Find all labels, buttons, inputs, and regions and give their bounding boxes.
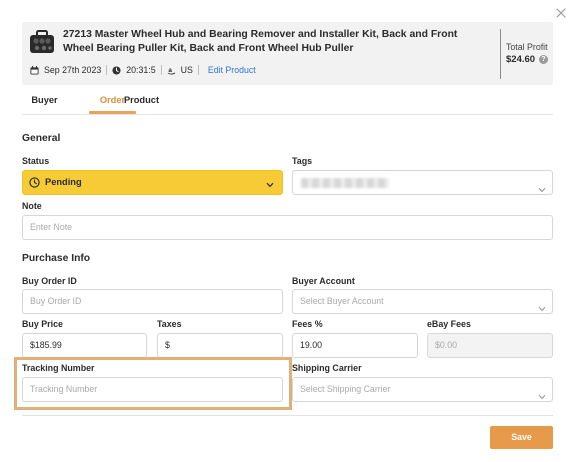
ebay-fees-value: $0.00 — [435, 340, 458, 350]
note-placeholder: Enter Note — [30, 222, 73, 232]
tab-buyer[interactable]: Buyer — [22, 92, 67, 114]
shipping-carrier-label: Shipping Carrier — [292, 363, 362, 373]
save-button[interactable]: Save — [490, 426, 553, 449]
svg-text:a: a — [168, 66, 172, 73]
buyer-account-select[interactable]: Select Buyer Account — [292, 289, 553, 314]
tags-select[interactable] — [292, 170, 553, 195]
clock-icon — [112, 65, 121, 75]
section-title-purchase-info: Purchase Info — [22, 253, 91, 264]
edit-product-link[interactable]: Edit Product — [208, 65, 256, 75]
taxes-value: $ — [165, 340, 170, 350]
order-time: 20:31:5 — [126, 65, 156, 75]
footer-divider — [22, 415, 553, 416]
total-profit-label: Total Profit — [506, 42, 548, 52]
note-input[interactable]: Enter Note — [22, 215, 553, 240]
buy-price-input[interactable]: $185.99 — [22, 333, 147, 358]
tracking-number-label: Tracking Number — [22, 363, 95, 373]
fees-input[interactable]: 19.00 — [292, 333, 418, 358]
section-title-general: General — [22, 133, 61, 144]
close-icon[interactable] — [554, 6, 568, 20]
buy-price-value: $185.99 — [30, 340, 62, 350]
tabs-divider — [22, 114, 553, 115]
buy-order-id-label: Buy Order ID — [22, 276, 77, 286]
amazon-icon: a — [167, 66, 176, 75]
status-value: Pending — [45, 177, 82, 187]
chevron-down-icon — [538, 179, 546, 193]
product-title: 27213 Master Wheel Hub and Bearing Remov… — [63, 29, 458, 55]
status-label: Status — [22, 156, 50, 166]
tracking-number-placeholder: Tracking Number — [30, 384, 98, 394]
total-profit-value: $24.60 — [506, 54, 536, 65]
status-select[interactable]: Pending — [22, 170, 283, 195]
chevron-down-icon — [266, 180, 274, 188]
buyer-account-label: Buyer Account — [292, 276, 355, 286]
fees-value: 19.00 — [300, 340, 323, 350]
buy-price-label: Buy Price — [22, 319, 63, 329]
chevron-down-icon — [538, 386, 546, 400]
region-code: US — [180, 65, 193, 75]
product-header-card: 27213 Master Wheel Hub and Bearing Remov… — [22, 22, 553, 85]
ebay-fees-label: eBay Fees — [427, 319, 471, 329]
profit-divider — [500, 29, 501, 79]
buy-order-id-input[interactable]: Buy Order ID — [22, 289, 283, 314]
chevron-down-icon — [538, 298, 546, 312]
tags-label: Tags — [292, 156, 313, 166]
tag-chip-redacted — [301, 178, 389, 188]
help-icon[interactable]: ? — [539, 55, 549, 64]
order-date: Sep 27th 2023 — [44, 65, 102, 75]
tracking-number-input[interactable]: Tracking Number — [22, 377, 283, 402]
taxes-label: Taxes — [157, 319, 182, 329]
fees-label: Fees % — [292, 319, 323, 329]
shipping-carrier-select[interactable]: Select Shipping Carrier — [292, 377, 553, 402]
taxes-input[interactable]: $ — [157, 333, 283, 358]
total-profit: $24.60 ? — [506, 54, 549, 65]
shipping-carrier-placeholder: Select Shipping Carrier — [300, 384, 391, 394]
calendar-icon — [30, 65, 39, 75]
product-meta-row: Sep 27th 2023 20:31:5 a US Edit Product — [30, 64, 256, 76]
buy-order-id-placeholder: Buy Order ID — [30, 296, 82, 306]
note-label: Note — [22, 201, 42, 211]
buyer-account-placeholder: Select Buyer Account — [300, 296, 384, 306]
ebay-fees-input: $0.00 — [427, 333, 553, 358]
product-thumbnail — [28, 28, 56, 56]
clock-icon — [29, 177, 40, 188]
